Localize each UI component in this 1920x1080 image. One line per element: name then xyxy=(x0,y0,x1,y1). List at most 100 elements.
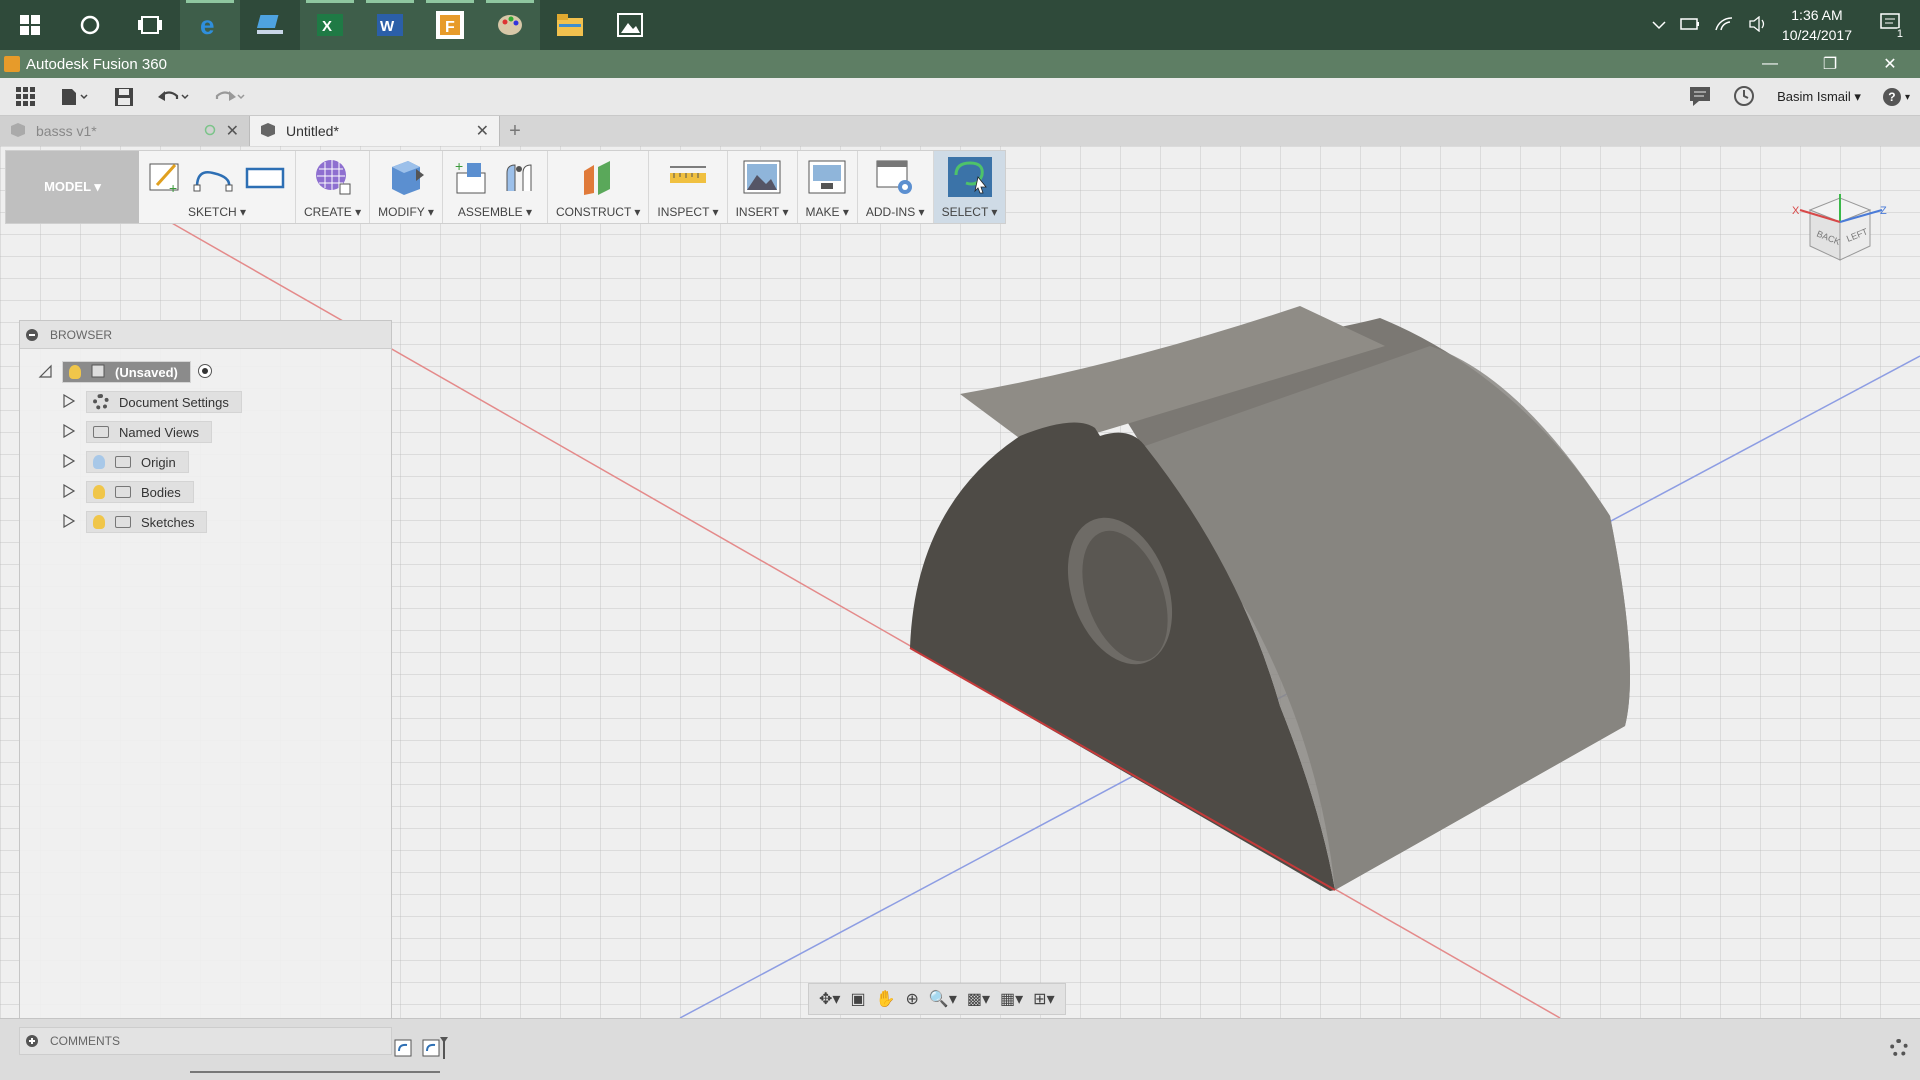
visibility-bulb-icon[interactable] xyxy=(93,485,105,499)
measure-icon[interactable] xyxy=(668,159,708,198)
sketches-chip[interactable]: Sketches xyxy=(86,511,208,533)
wifi-icon[interactable] xyxy=(1714,16,1734,35)
job-status-clock-icon[interactable] xyxy=(1733,85,1755,110)
save-icon[interactable] xyxy=(102,78,146,116)
joint-icon[interactable] xyxy=(499,157,539,200)
pan-hand-icon[interactable]: ✋ xyxy=(876,989,896,1009)
expand-panel-icon[interactable] xyxy=(26,1035,38,1047)
create-group[interactable]: CREATE ▾ xyxy=(296,151,371,223)
add-ins-group[interactable]: ADD-INS ▾ xyxy=(858,151,934,223)
assemble-group[interactable]: + ASSEMBLE ▾ xyxy=(443,151,548,223)
task-view-icon[interactable] xyxy=(120,0,180,50)
collapse-triangle-icon[interactable] xyxy=(38,364,52,381)
browser-header[interactable]: BROWSER xyxy=(20,321,391,349)
line-sketch-icon[interactable] xyxy=(191,159,235,198)
insert-group[interactable]: INSERT ▾ xyxy=(728,151,798,223)
close-tab-button[interactable]: ✕ xyxy=(476,121,489,141)
undo-icon[interactable] xyxy=(146,78,202,116)
help-menu[interactable]: ? ▾ xyxy=(1882,88,1910,106)
comments-panel[interactable]: COMMENTS xyxy=(19,1027,392,1055)
inspect-group[interactable]: INSPECT ▾ xyxy=(649,151,728,223)
battery-icon[interactable] xyxy=(1680,17,1700,33)
visibility-bulb-icon[interactable] xyxy=(93,455,105,469)
windows-start-icon[interactable] xyxy=(0,0,60,50)
laptop-app-icon[interactable] xyxy=(240,0,300,50)
browser-item-sketches[interactable]: Sketches xyxy=(20,507,391,537)
expand-triangle-icon[interactable] xyxy=(62,423,76,441)
3d-print-icon[interactable] xyxy=(807,157,847,200)
visibility-bulb-icon[interactable] xyxy=(93,515,105,529)
cortana-icon[interactable] xyxy=(60,0,120,50)
folder-icon xyxy=(115,456,131,468)
view-cube[interactable]: BACK LEFT X Z xyxy=(1790,180,1890,280)
expand-triangle-icon[interactable] xyxy=(62,453,76,471)
fusion360-taskbar-icon[interactable]: F xyxy=(420,0,480,50)
scripts-addins-icon[interactable] xyxy=(875,157,915,200)
modify-group[interactable]: MODIFY ▾ xyxy=(370,151,443,223)
display-settings-icon[interactable]: ▩▾ xyxy=(967,989,990,1009)
zoom-icon[interactable]: ⊕ xyxy=(905,989,918,1009)
excel-icon[interactable]: X xyxy=(300,0,360,50)
root-chip[interactable]: (Unsaved) xyxy=(62,361,191,383)
named-views-chip[interactable]: Named Views xyxy=(86,421,212,443)
document-settings-chip[interactable]: Document Settings xyxy=(86,391,242,413)
orbit-icon[interactable]: ✥▾ xyxy=(819,989,840,1009)
chevron-up-icon[interactable] xyxy=(1652,18,1666,33)
browser-item-origin[interactable]: Origin xyxy=(20,447,391,477)
rectangle-sketch-icon[interactable] xyxy=(243,159,287,198)
fit-zoom-icon[interactable]: 🔍▾ xyxy=(929,989,957,1009)
settings-gear-icon[interactable] xyxy=(1890,1039,1908,1057)
word-icon[interactable]: W xyxy=(360,0,420,50)
construct-group[interactable]: CONSTRUCT ▾ xyxy=(548,151,650,223)
user-account-menu[interactable]: Basim Ismail ▾ xyxy=(1777,89,1861,105)
look-at-icon[interactable]: ▣ xyxy=(850,989,865,1009)
browser-item-bodies[interactable]: Bodies xyxy=(20,477,391,507)
browser-item-named-views[interactable]: Named Views xyxy=(20,417,391,447)
offset-plane-icon[interactable] xyxy=(578,157,618,200)
select-group[interactable]: SELECT ▾ xyxy=(933,151,1006,223)
add-ins-label: ADD-INS ▾ xyxy=(865,205,925,219)
create-form-icon[interactable] xyxy=(313,157,353,200)
tab-basss[interactable]: basss v1* ✕ xyxy=(0,116,250,146)
expand-triangle-icon[interactable] xyxy=(62,393,76,411)
file-menu-icon[interactable] xyxy=(48,78,102,116)
viewports-icon[interactable]: ⊞▾ xyxy=(1033,989,1054,1009)
expand-triangle-icon[interactable] xyxy=(62,483,76,501)
close-tab-button[interactable]: ✕ xyxy=(226,121,239,141)
volume-icon[interactable] xyxy=(1748,15,1768,35)
create-sketch-icon[interactable]: + xyxy=(147,159,183,198)
redo-icon[interactable] xyxy=(202,78,258,116)
make-group[interactable]: MAKE ▾ xyxy=(798,151,858,223)
restore-button[interactable]: ❐ xyxy=(1800,50,1860,78)
select-lasso-icon[interactable] xyxy=(947,156,992,200)
minimize-button[interactable]: — xyxy=(1740,50,1800,78)
paint-palette-icon[interactable] xyxy=(480,0,540,50)
close-window-button[interactable]: ✕ xyxy=(1860,50,1920,78)
insert-image-icon[interactable] xyxy=(742,157,782,200)
browser-root-node[interactable]: (Unsaved) xyxy=(20,357,391,387)
origin-chip[interactable]: Origin xyxy=(86,451,189,473)
bodies-chip[interactable]: Bodies xyxy=(86,481,194,503)
browser-item-document-settings[interactable]: Document Settings xyxy=(20,387,391,417)
comments-panel-icon[interactable] xyxy=(1689,86,1711,109)
workspace-switcher[interactable]: MODEL ▾ xyxy=(6,151,139,223)
photos-icon[interactable] xyxy=(600,0,660,50)
press-pull-icon[interactable] xyxy=(386,157,426,200)
edge-browser-icon[interactable]: e xyxy=(180,0,240,50)
timeline-sketch-icon[interactable] xyxy=(420,1037,448,1062)
grid-settings-icon[interactable]: ▦▾ xyxy=(1000,989,1023,1009)
expand-triangle-icon[interactable] xyxy=(62,513,76,531)
action-center-icon[interactable]: 1 xyxy=(1880,12,1906,40)
visibility-bulb-icon[interactable] xyxy=(69,365,81,379)
clock[interactable]: 1:36 AM 10/24/2017 xyxy=(1782,5,1852,45)
timeline-previous-icon[interactable] xyxy=(392,1037,414,1062)
activate-radio-icon[interactable] xyxy=(197,363,213,382)
new-component-icon[interactable]: + xyxy=(451,157,491,200)
new-tab-button[interactable]: + xyxy=(500,116,530,146)
tab-untitled[interactable]: Untitled* ✕ xyxy=(250,116,500,146)
data-panel-grid-icon[interactable] xyxy=(4,78,48,116)
collapse-panel-icon[interactable] xyxy=(26,328,38,341)
sketch-group[interactable]: + SKETCH ▾ xyxy=(139,151,296,223)
timeline-track[interactable] xyxy=(190,1067,440,1073)
file-explorer-icon[interactable] xyxy=(540,0,600,50)
